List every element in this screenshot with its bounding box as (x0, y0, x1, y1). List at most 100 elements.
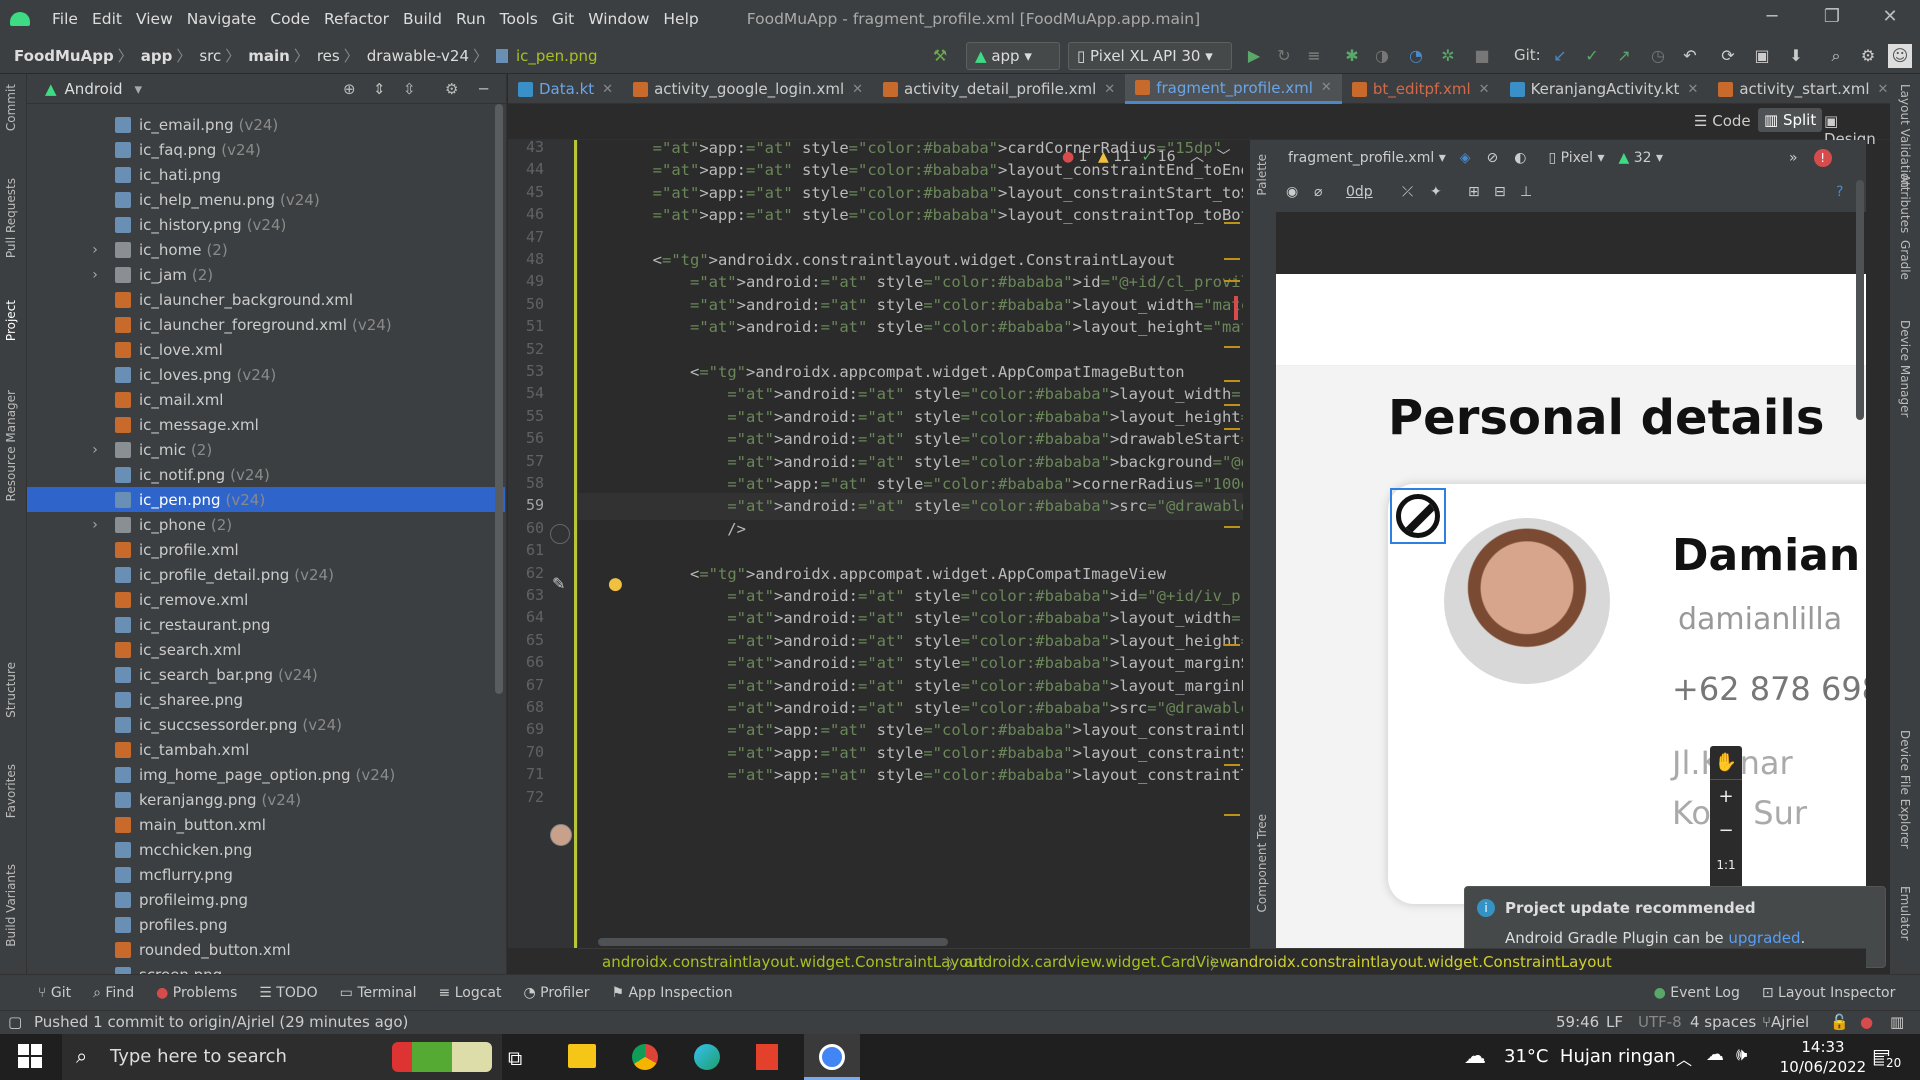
weather-icon[interactable]: ☁ (1464, 1044, 1486, 1069)
coverage-icon[interactable]: ◑ (1370, 44, 1394, 68)
minimize-icon[interactable]: ─ (1752, 6, 1792, 27)
xml-crumb-inner-constraint[interactable]: androidx.constraintlayout.widget.Constra… (1230, 953, 1612, 971)
autoconnect-icon[interactable]: ⌀ (1314, 184, 1322, 200)
file-explorer-icon[interactable] (568, 1044, 596, 1068)
lock-icon[interactable]: 🔓 (1830, 1013, 1849, 1031)
editor-tab[interactable]: activity_start.xml ✕ (1708, 74, 1898, 104)
breadcrumb-drawable[interactable]: drawable-v24 (367, 47, 469, 65)
breadcrumb-src[interactable]: src (199, 47, 221, 65)
git-commit-icon[interactable]: ✓ (1580, 44, 1604, 68)
device-select[interactable]: ▯ Pixel XL API 30 ▾ (1068, 42, 1232, 70)
hammer-build-icon[interactable]: ⚒ (928, 44, 952, 68)
edge-icon[interactable] (694, 1044, 720, 1070)
preview-scrollbar[interactable] (1856, 180, 1864, 420)
tree-item[interactable]: › ic_phone (2) (27, 512, 505, 537)
tree-item[interactable]: ic_restaurant.png (27, 612, 505, 637)
git-push-icon[interactable]: ↗ (1612, 44, 1636, 68)
prev-highlight-icon[interactable]: ︿ (1190, 149, 1204, 165)
tool-find[interactable]: ⌕ Find (93, 985, 134, 1001)
tree-item[interactable]: profileimg.png (27, 887, 505, 912)
clock-date[interactable]: 10/06/2022 (1768, 1058, 1878, 1076)
run-icon[interactable]: ▶ (1242, 44, 1266, 68)
tree-scrollbar[interactable] (495, 104, 503, 694)
tree-item[interactable]: ic_tambah.xml (27, 737, 505, 762)
inspection-widget[interactable]: ● 1 ▲ 11 ✓ 16 ︿ ﹀ (1062, 146, 1230, 166)
tool-layout-inspector[interactable]: ⊡ Layout Inspector (1762, 985, 1896, 1001)
apply-changes-icon[interactable]: ≡ (1302, 44, 1326, 68)
tool-gradle[interactable]: Gradle (1898, 240, 1912, 280)
tab-close-icon[interactable]: ✕ (602, 82, 613, 97)
theme-icon[interactable]: ◐ (1514, 150, 1526, 166)
menu-edit[interactable]: Edit (92, 10, 122, 28)
menu-navigate[interactable]: Navigate (187, 10, 257, 28)
task-view-icon[interactable]: ⧉ (508, 1046, 522, 1070)
tree-item[interactable]: ic_faq.png (v24) (27, 137, 505, 162)
breadcrumb-file[interactable]: ic_pen.png (516, 47, 598, 65)
tool-problems[interactable]: ● Problems (156, 985, 237, 1001)
tab-close-icon[interactable]: ✕ (1104, 82, 1115, 97)
issues-error-icon[interactable]: ! (1813, 149, 1832, 167)
tab-close-icon[interactable]: ✕ (1878, 82, 1889, 97)
chrome-icon[interactable] (632, 1044, 658, 1070)
menu-file[interactable]: File (52, 10, 78, 28)
tree-item[interactable]: ic_succsessorder.png (v24) (27, 712, 505, 737)
tab-close-icon[interactable]: ✕ (1321, 80, 1332, 95)
project-view-select[interactable]: Android (65, 80, 123, 98)
xml-crumb-constraint[interactable]: androidx.constraintlayout.widget.Constra… (602, 953, 984, 971)
editor-tab[interactable]: Data.kt ✕ (508, 74, 623, 104)
profile-icon[interactable]: ◔ (1404, 44, 1428, 68)
layers-icon[interactable]: ◈ (1460, 150, 1471, 166)
tree-item[interactable]: ic_profile.xml (27, 537, 505, 562)
tree-item[interactable]: ic_history.png (v24) (27, 212, 505, 237)
upgrade-link[interactable]: upgraded (1728, 929, 1800, 947)
tool-logcat[interactable]: ≡ Logcat (439, 985, 502, 1001)
onedrive-icon[interactable]: ☁ (1706, 1044, 1724, 1065)
profile-image-gutter-icon[interactable] (550, 824, 572, 846)
tool-app-inspection[interactable]: ⚑ App Inspection (611, 985, 732, 1001)
chevron-down-icon[interactable]: ▾ (135, 80, 143, 98)
tree-item[interactable]: › ic_mic (2) (27, 437, 505, 462)
editor-tab[interactable]: bt_editpf.xml ✕ (1342, 74, 1500, 104)
tab-close-icon[interactable]: ✕ (1687, 82, 1698, 97)
tree-item[interactable]: img_home_page_option.png (v24) (27, 762, 505, 787)
tree-item[interactable]: ic_profile_detail.png (v24) (27, 562, 505, 587)
more-icon[interactable]: » (1789, 150, 1798, 166)
profile-card[interactable]: Damian damianlilla +62 878 698 Jl.Kenar … (1388, 484, 1866, 904)
menu-code[interactable]: Code (270, 10, 310, 28)
tree-item[interactable]: › ic_home (2) (27, 237, 505, 262)
memory-indicator-icon[interactable]: ▥ (1890, 1013, 1904, 1031)
tool-layout-validation[interactable]: Layout Validation (1898, 84, 1912, 188)
xml-crumb-cardview[interactable]: androidx.cardview.widget.CardView (964, 953, 1231, 971)
palette-tab[interactable]: Palette (1255, 154, 1269, 196)
align-icon[interactable]: ⊟ (1494, 184, 1506, 200)
zoom-in-icon[interactable]: + (1710, 780, 1742, 814)
menu-refactor[interactable]: Refactor (324, 10, 389, 28)
tool-emulator[interactable]: Emulator (1898, 886, 1912, 941)
taskbar-search-box[interactable]: ⌕ Type here to search (62, 1034, 502, 1080)
tool-commit[interactable]: Commit (4, 84, 18, 131)
tree-item[interactable]: ic_hati.png (27, 162, 505, 187)
menu-git[interactable]: Git (552, 10, 574, 28)
horizontal-scrollbar[interactable] (598, 938, 948, 946)
breadcrumb-project[interactable]: FoodMuApp (14, 47, 114, 65)
view-mode-split[interactable]: ▥ Split (1758, 108, 1823, 132)
orientation-icon[interactable]: ⊘ (1487, 150, 1499, 166)
editor-tab[interactable]: fragment_profile.xml ✕ (1125, 74, 1342, 104)
tree-item[interactable]: mcflurry.png (27, 862, 505, 887)
tree-item[interactable]: ic_sharee.png (27, 687, 505, 712)
view-options-eye-icon[interactable]: ◉ (1286, 184, 1298, 200)
editor-tab[interactable]: activity_detail_profile.xml ✕ (873, 74, 1125, 104)
code-editor[interactable]: ="at">app:="at" style="color:#bababa">ca… (578, 140, 1243, 948)
component-tree-tab[interactable]: Component Tree (1255, 814, 1269, 912)
attach-debugger-icon[interactable]: ✲ (1436, 44, 1460, 68)
caret-position[interactable]: 59:46 (1556, 1013, 1599, 1031)
editor-tab[interactable]: KeranjangActivity.kt ✕ (1500, 74, 1709, 104)
tree-item[interactable]: ic_launcher_foreground.xml (v24) (27, 312, 505, 337)
tree-item[interactable]: ic_remove.xml (27, 587, 505, 612)
tray-chevron-icon[interactable]: ︿ (1676, 1046, 1692, 1070)
debug-icon[interactable]: ✱ (1340, 44, 1364, 68)
settings-gear-icon[interactable]: ⚙ (1856, 44, 1880, 68)
tool-git[interactable]: ⑂ Git (38, 985, 71, 1001)
pack-icon[interactable]: ⊞ (1468, 184, 1480, 200)
clear-constraints-icon[interactable]: ⤫ (1402, 184, 1413, 200)
